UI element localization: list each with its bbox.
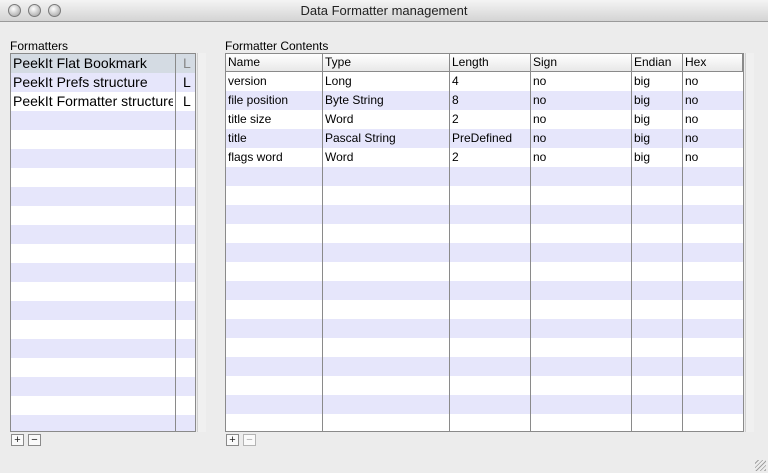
table-stripe (226, 338, 743, 357)
table-cell: big (634, 93, 651, 107)
table-stripe (226, 376, 743, 395)
formatter-contents-label: Formatter Contents (225, 39, 329, 53)
formatters-scrollbar[interactable] (197, 53, 206, 432)
table-cell: no (685, 150, 699, 164)
table-cell: big (634, 150, 651, 164)
table-cell: title (228, 131, 247, 145)
table-stripe (226, 167, 743, 186)
table-cell: Byte String (325, 93, 384, 107)
table-stripe (226, 300, 743, 319)
formatter-contents-table[interactable]: Name Type Length Sign Endian Hex version Long 4… (225, 53, 744, 432)
table-cell: Pascal String (325, 131, 396, 145)
formatter-name: PeekIt Formatter structure (13, 93, 173, 109)
table-cell: big (634, 74, 651, 88)
list-stripe (11, 187, 195, 206)
table-cell: Word (325, 112, 354, 126)
list-stripe (11, 168, 195, 187)
table-row[interactable]: title size Word 2 no big no (226, 110, 743, 129)
formatter-item[interactable]: PeekIt Formatter structure L (11, 92, 195, 111)
table-cell: no (533, 93, 547, 107)
data-formatter-window: Data Formatter management Formatters For… (0, 0, 768, 473)
list-stripe (11, 263, 195, 282)
formatter-item[interactable]: PeekIt Prefs structure L (11, 73, 195, 92)
table-cell: big (634, 112, 651, 126)
table-stripe (226, 395, 743, 414)
list-stripe (11, 149, 195, 168)
column-header[interactable]: Type (323, 54, 450, 71)
table-cell: no (685, 112, 699, 126)
table-cell: no (533, 112, 547, 126)
table-cell: no (533, 150, 547, 164)
table-cell: big (634, 131, 651, 145)
formatter-kind: L (183, 55, 191, 71)
formatter-kind: L (183, 93, 191, 109)
column-divider (175, 54, 176, 431)
table-stripe (226, 243, 743, 262)
list-stripe (11, 358, 195, 377)
window-title: Data Formatter management (300, 3, 468, 18)
table-cell: no (533, 74, 547, 88)
table-stripe (226, 205, 743, 224)
table-header: Name Type Length Sign Endian Hex (226, 54, 743, 72)
table-cell: version (228, 74, 267, 88)
list-stripe (11, 111, 195, 130)
table-cell: 2 (452, 150, 459, 164)
table-stripe (226, 357, 743, 376)
table-stripe (226, 414, 743, 431)
table-cell: file position (228, 93, 289, 107)
table-cell: title size (228, 112, 272, 126)
table-row[interactable]: file position Byte String 8 no big no (226, 91, 743, 110)
table-stripe (226, 224, 743, 243)
formatter-name: PeekIt Prefs structure (13, 74, 148, 90)
table-row[interactable]: flags word Word 2 no big no (226, 148, 743, 167)
list-stripe (11, 320, 195, 339)
table-stripe (226, 262, 743, 281)
list-stripe (11, 377, 195, 396)
column-header[interactable]: Length (450, 54, 531, 71)
table-stripe (226, 186, 743, 205)
column-header[interactable]: Hex (683, 54, 743, 71)
add-formatter-button[interactable]: + (11, 434, 24, 446)
table-cell: flags word (228, 150, 283, 164)
table-stripe (226, 281, 743, 300)
resize-grip-icon[interactable] (755, 460, 766, 471)
table-cell: no (685, 131, 699, 145)
table-row[interactable]: version Long 4 no big no (226, 72, 743, 91)
list-stripe (11, 130, 195, 149)
list-stripe (11, 206, 195, 225)
table-cell: no (533, 131, 547, 145)
list-stripe (11, 339, 195, 358)
table-row[interactable]: title Pascal String PreDefined no big no (226, 129, 743, 148)
formatter-item[interactable]: PeekIt Flat Bookmark L (11, 54, 195, 73)
list-stripe (11, 415, 195, 431)
list-stripe (11, 396, 195, 415)
column-header[interactable]: Endian (632, 54, 683, 71)
table-cell: no (685, 93, 699, 107)
table-cell: no (685, 74, 699, 88)
table-cell: Word (325, 150, 354, 164)
table-cell: 4 (452, 74, 459, 88)
table-cell: PreDefined (452, 131, 513, 145)
remove-formatter-button[interactable]: − (28, 434, 41, 446)
table-cell: 2 (452, 112, 459, 126)
title-bar[interactable]: Data Formatter management (0, 0, 768, 22)
column-header[interactable]: Name (226, 54, 323, 71)
formatter-name: PeekIt Flat Bookmark (13, 55, 147, 71)
table-cell: 8 (452, 93, 459, 107)
table-cell: Long (325, 74, 352, 88)
remove-field-button[interactable]: − (243, 434, 256, 446)
list-stripe (11, 301, 195, 320)
formatters-list[interactable]: PeekIt Flat Bookmark L PeekIt Prefs struct… (10, 53, 196, 432)
formatter-kind: L (183, 74, 191, 90)
table-stripe (226, 319, 743, 338)
column-header[interactable]: Sign (531, 54, 632, 71)
list-stripe (11, 244, 195, 263)
contents-scrollbar[interactable] (745, 53, 754, 432)
list-stripe (11, 225, 195, 244)
list-stripe (11, 282, 195, 301)
add-field-button[interactable]: + (226, 434, 239, 446)
formatters-label: Formatters (10, 39, 69, 53)
